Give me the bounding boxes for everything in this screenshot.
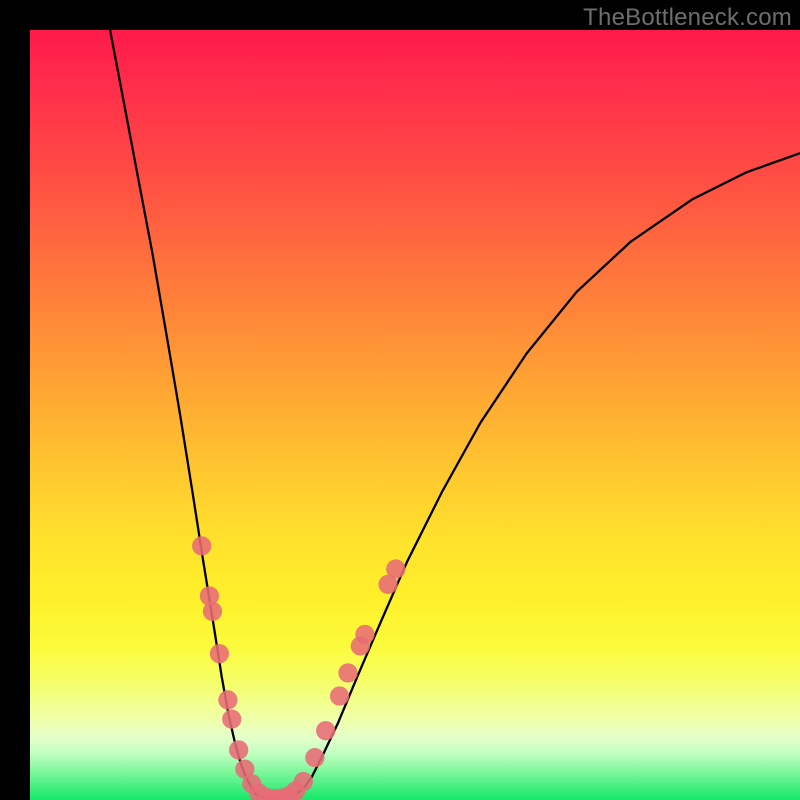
chart-frame: TheBottleneck.com: [0, 0, 800, 800]
data-dot: [229, 740, 248, 759]
curve-layer: [30, 30, 800, 800]
data-dot: [305, 748, 324, 767]
data-dot: [316, 721, 335, 740]
plot-area: [30, 30, 800, 800]
data-dot: [294, 772, 313, 791]
watermark-text: TheBottleneck.com: [583, 4, 792, 32]
data-dot: [192, 536, 211, 555]
data-dot: [355, 625, 374, 644]
data-dot: [218, 690, 237, 709]
data-dot: [222, 710, 241, 729]
data-dot: [203, 602, 222, 621]
dots-group: [192, 536, 405, 800]
data-dot: [330, 686, 349, 705]
data-dot: [338, 663, 357, 682]
data-dot: [210, 644, 229, 663]
curve-left-branch: [110, 30, 256, 795]
curve-right-branch: [296, 153, 800, 794]
data-dot: [386, 559, 405, 578]
